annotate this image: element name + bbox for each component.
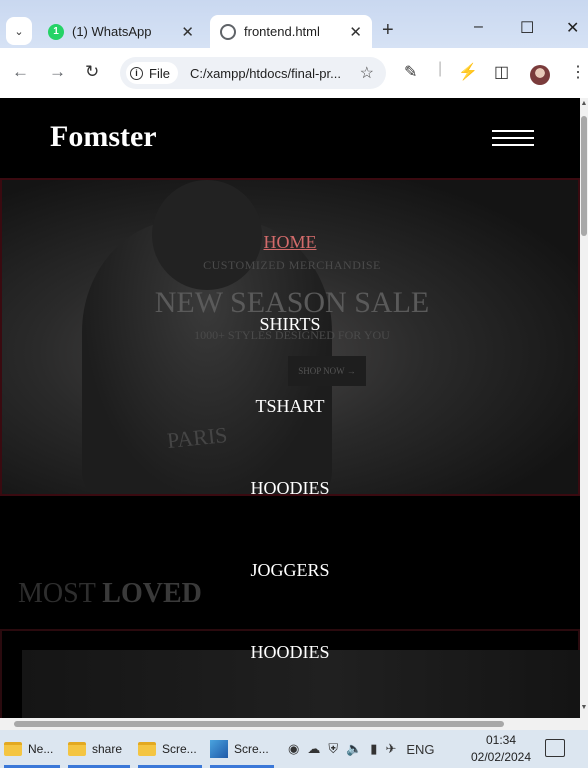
browser-tab-strip: ⌄ 1 (1) WhatsApp ✕ frontend.html ✕ + – ☐… <box>0 0 588 48</box>
folder-icon <box>138 742 156 756</box>
info-icon: i <box>130 66 143 80</box>
clock-date: 02/02/2024 <box>470 750 532 764</box>
taskbar-app-folder-new[interactable]: Ne... <box>0 730 64 768</box>
airplane-mode-icon[interactable]: ✈ <box>385 741 396 757</box>
taskbar-app-screenshot-tool[interactable]: Scre... <box>206 730 278 768</box>
profile-avatar[interactable] <box>530 65 550 85</box>
photo-app-icon <box>210 740 228 758</box>
battery-icon[interactable]: ▮ <box>370 741 377 757</box>
horizontal-scrollbar[interactable] <box>0 718 588 730</box>
nav-item-home[interactable]: HOME <box>0 232 580 253</box>
file-label: File <box>149 65 170 81</box>
horizontal-scroll-thumb[interactable] <box>14 721 504 727</box>
minimize-button[interactable]: – <box>474 18 483 36</box>
tab-frontend[interactable]: frontend.html ✕ <box>210 15 372 48</box>
system-clock[interactable]: 01:34 02/02/2024 <box>470 732 532 766</box>
windows-taskbar: Ne... share Scre... Scre... ◉ ☁ ⛨ 🔈 ▮ ✈ … <box>0 730 588 768</box>
close-window-button[interactable]: ✕ <box>566 18 579 38</box>
performance-bolt-icon[interactable]: ⚡ <box>458 62 478 82</box>
nav-item-hoodies[interactable]: HOODIES <box>0 478 580 499</box>
tab-whatsapp[interactable]: 1 (1) WhatsApp ✕ <box>38 15 204 48</box>
chrome-tray-icon[interactable]: ◉ <box>288 741 299 757</box>
maximize-button[interactable]: ☐ <box>520 18 534 38</box>
tab-close-icon[interactable]: ✕ <box>349 23 362 41</box>
clock-time: 01:34 <box>485 733 517 747</box>
new-tab-button[interactable]: + <box>382 19 394 42</box>
notification-center-icon[interactable] <box>545 739 565 757</box>
page-viewport: Fomster PARIS CUSTOMIZED MERCHANDISE NEW… <box>0 98 580 718</box>
volume-icon[interactable]: 🔈 <box>346 741 362 757</box>
taskbar-app-folder-share[interactable]: share <box>64 730 134 768</box>
taskbar-app-label: Ne... <box>28 742 54 756</box>
taskbar-app-label: Scre... <box>162 742 197 756</box>
extensions-puzzle-icon[interactable]: ✎ <box>404 62 417 82</box>
address-bar[interactable]: i File C:/xampp/htdocs/final-pr... ☆ <box>120 57 386 89</box>
security-shield-icon[interactable]: ⛨ <box>328 741 338 757</box>
site-info-chip[interactable]: i File <box>126 62 178 84</box>
tab-title: frontend.html <box>244 24 320 39</box>
scroll-down-icon[interactable]: ▼ <box>580 704 588 711</box>
tab-search-button[interactable]: ⌄ <box>6 17 32 45</box>
taskbar-app-label: share <box>92 742 123 756</box>
toolbar-divider: | <box>438 60 443 77</box>
language-indicator[interactable]: ENG <box>406 742 434 757</box>
forward-arrow-icon[interactable]: → <box>49 62 66 82</box>
back-arrow-icon[interactable]: ← <box>12 62 29 82</box>
nav-item-hoodies-2[interactable]: HOODIES <box>0 642 580 663</box>
nav-item-shirts[interactable]: SHIRTS <box>0 314 580 335</box>
cloud-icon[interactable]: ☁ <box>307 741 320 757</box>
vertical-scrollbar[interactable]: ▲ ▼ <box>580 98 588 718</box>
nav-item-tshart[interactable]: TSHART <box>0 396 580 417</box>
reload-icon[interactable]: ↻ <box>85 62 99 82</box>
folder-icon <box>68 742 86 756</box>
bookmark-star-icon[interactable]: ☆ <box>360 63 374 83</box>
vertical-scroll-thumb[interactable] <box>581 116 587 236</box>
chevron-down-icon: ⌄ <box>14 25 24 38</box>
globe-icon <box>220 23 236 40</box>
scroll-up-icon[interactable]: ▲ <box>580 100 588 107</box>
nav-item-joggers[interactable]: JOGGERS <box>0 560 580 581</box>
overlay-nav-menu: HOME SHIRTS TSHART HOODIES JOGGERS HOODI… <box>0 98 580 718</box>
taskbar-app-label: Scre... <box>234 742 269 756</box>
url-text[interactable]: C:/xampp/htdocs/final-pr... <box>190 66 358 81</box>
folder-icon <box>4 742 22 756</box>
taskbar-app-folder-screenshots[interactable]: Scre... <box>134 730 206 768</box>
tab-close-icon[interactable]: ✕ <box>181 23 194 41</box>
more-menu-icon[interactable]: ⋮ <box>570 62 586 82</box>
side-panel-icon[interactable]: ◫ <box>494 62 509 82</box>
browser-toolbar: ← → ↻ i File C:/xampp/htdocs/final-pr...… <box>0 48 588 98</box>
whatsapp-icon: 1 <box>48 23 64 40</box>
tab-title: (1) WhatsApp <box>72 24 152 39</box>
system-tray: ◉ ☁ ⛨ 🔈 ▮ ✈ ENG <box>288 730 435 768</box>
